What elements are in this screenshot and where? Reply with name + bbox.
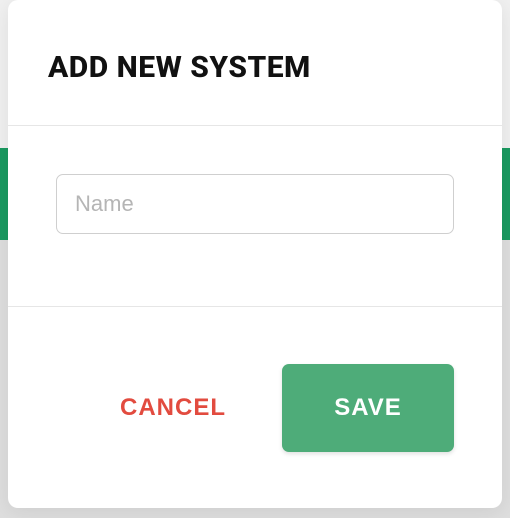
modal-title: ADD NEW SYSTEM: [48, 50, 462, 85]
modal-body: [8, 125, 502, 307]
system-name-input[interactable]: [56, 174, 454, 234]
cancel-button[interactable]: CANCEL: [120, 394, 226, 422]
modal-footer: CANCEL SAVE: [8, 307, 502, 508]
save-button[interactable]: SAVE: [282, 364, 454, 452]
add-system-modal: ADD NEW SYSTEM CANCEL SAVE: [8, 0, 502, 508]
modal-header: ADD NEW SYSTEM: [8, 0, 502, 125]
